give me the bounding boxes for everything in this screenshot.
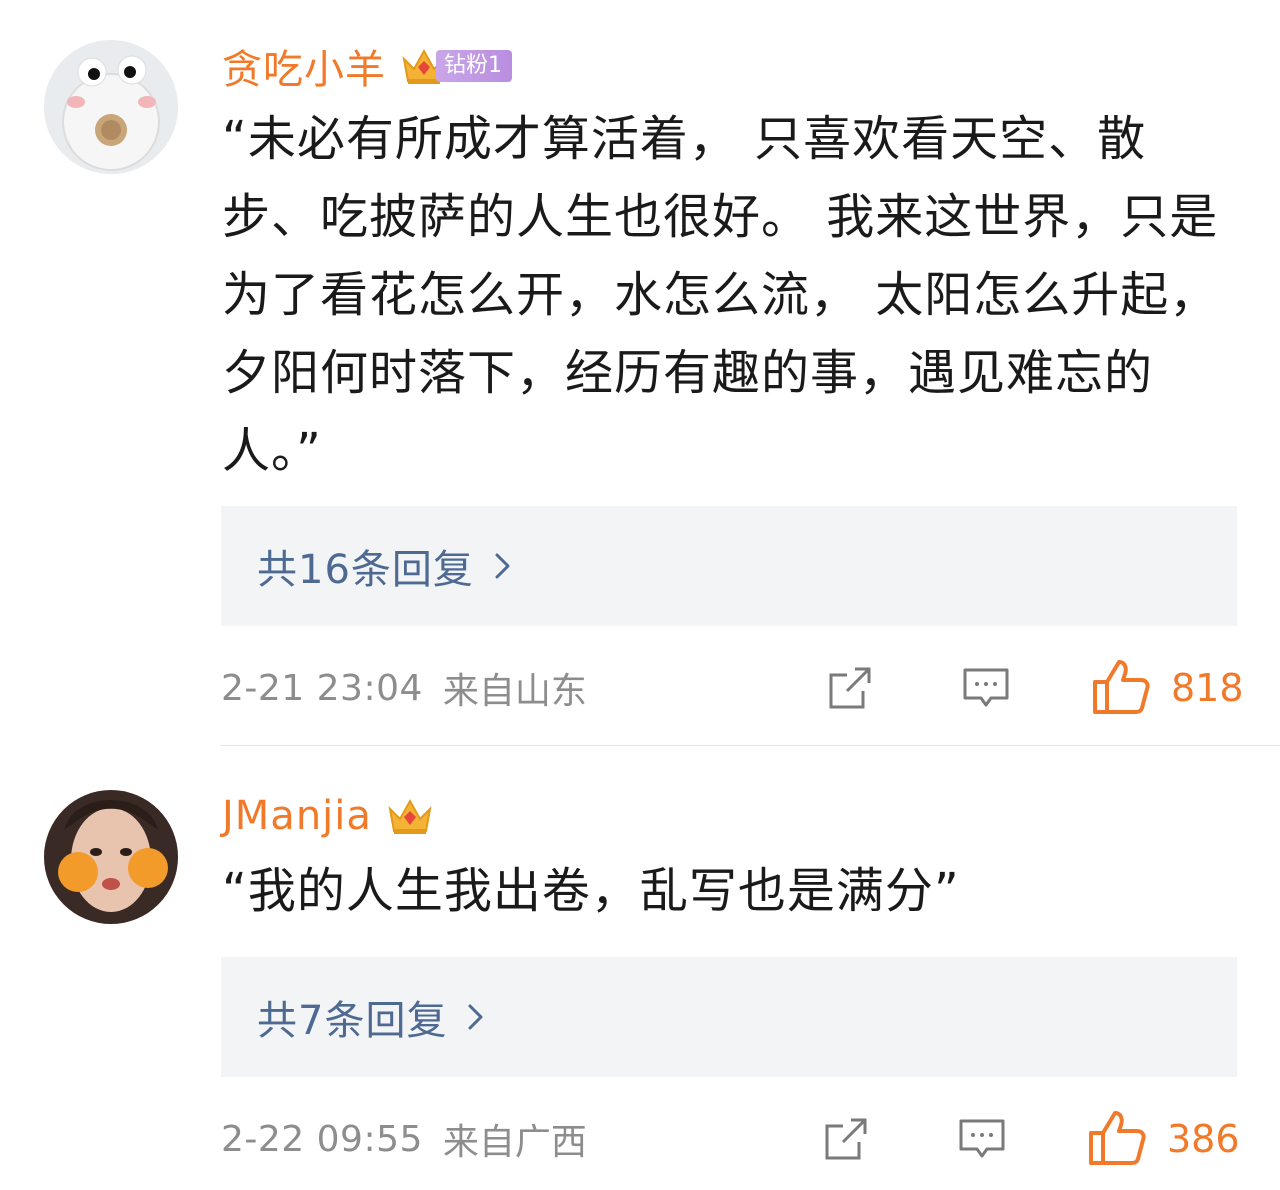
- location: 来自广西: [442, 1122, 587, 1163]
- comment-item: JManjia “我的人生我出卷，乱写也是满分” 共7条回复 2-22 09:5…: [0, 746, 1280, 1190]
- comment-item: 贪吃小羊 钻粉1 “未必有所成才算活着， 只喜欢看天空、散步、吃披萨的人生也很好…: [0, 0, 1280, 745]
- view-replies-button[interactable]: 共7条回复: [221, 957, 1237, 1077]
- chevron-right-icon: [495, 553, 510, 579]
- like-count: 818: [1171, 666, 1244, 710]
- like-count: 386: [1167, 1117, 1240, 1161]
- donut-avatar-icon: [44, 40, 178, 174]
- fan-badge[interactable]: 钻粉1: [400, 46, 512, 86]
- comment-icon[interactable]: [957, 1115, 1007, 1163]
- avatar[interactable]: [44, 790, 178, 924]
- chevron-right-icon: [468, 1004, 483, 1030]
- share-icon[interactable]: [821, 1115, 871, 1163]
- comment-text: “未必有所成才算活着， 只喜欢看天空、散步、吃披萨的人生也很好。 我来这世界，只…: [222, 111, 1219, 479]
- replies-label: 共16条回复: [257, 547, 474, 593]
- timestamp: 2-21 23:04: [221, 667, 423, 709]
- share-icon[interactable]: [825, 664, 875, 712]
- photo-avatar-icon: [44, 790, 178, 924]
- crown-icon: [388, 798, 432, 834]
- username[interactable]: 贪吃小羊: [222, 37, 386, 95]
- username[interactable]: JManjia: [222, 793, 372, 839]
- comment-icon[interactable]: [961, 664, 1011, 712]
- comment-text: “我的人生我出卷，乱写也是满分”: [222, 863, 960, 919]
- avatar[interactable]: [44, 40, 178, 174]
- location: 来自山东: [442, 671, 587, 712]
- comment-meta: 2-21 23:04 来自山东 818: [221, 658, 1244, 718]
- view-replies-button[interactable]: 共16条回复: [221, 506, 1237, 626]
- like-icon[interactable]: [1087, 1109, 1147, 1167]
- crown-badge[interactable]: [386, 796, 434, 836]
- comment-meta: 2-22 09:55 来自广西 386: [221, 1109, 1240, 1169]
- like-icon[interactable]: [1091, 658, 1151, 716]
- replies-label: 共7条回复: [257, 998, 448, 1044]
- fan-badge-label: 钻粉1: [436, 50, 512, 82]
- timestamp: 2-22 09:55: [221, 1118, 423, 1160]
